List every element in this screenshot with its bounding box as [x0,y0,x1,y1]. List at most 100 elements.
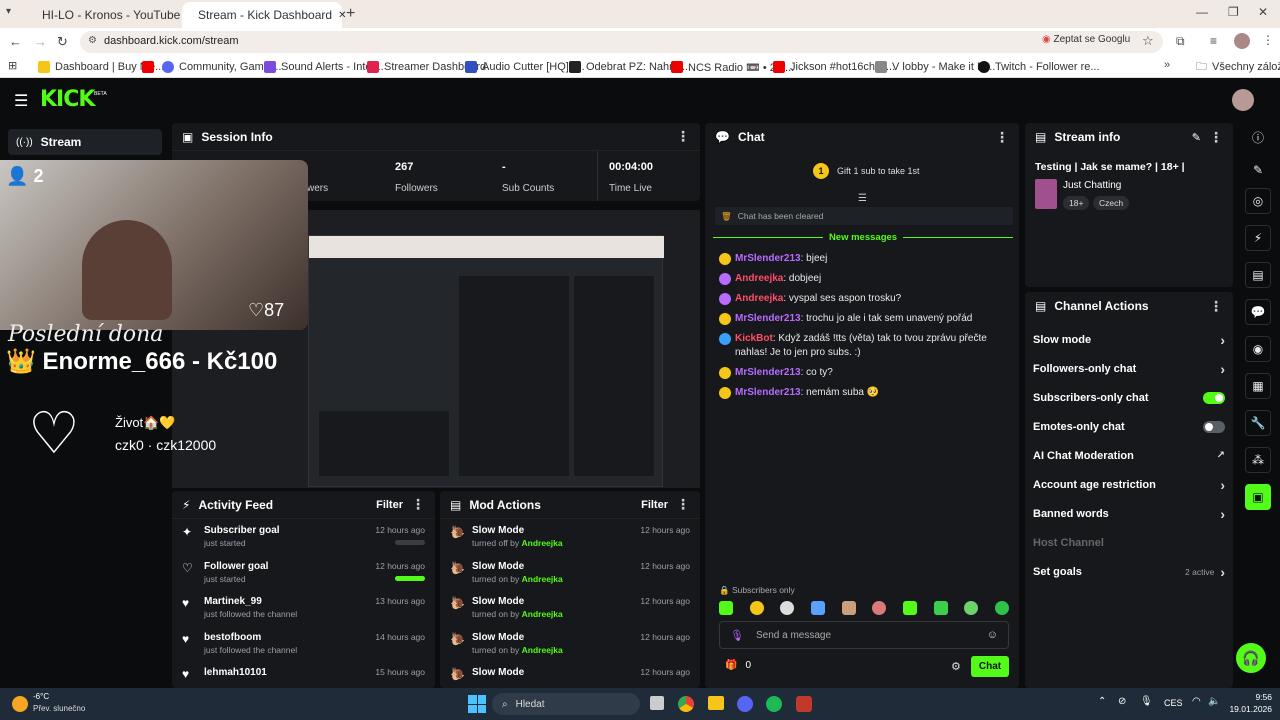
kick-logo[interactable]: KICK [40,87,95,112]
menu-icon[interactable]: ⋮ [1262,33,1274,47]
toggle-switch[interactable] [1203,391,1225,404]
channel-action-subscribers-only-chat[interactable]: Subscribers-only chat [1025,383,1233,412]
channel-action-account-age-restriction[interactable]: Account age restriction › [1025,470,1233,499]
hamburger-icon[interactable]: ☰ [14,91,28,111]
channel-action-followers-only-chat[interactable]: Followers-only chat › [1025,354,1233,383]
moderator-name[interactable]: Andreejka [521,538,562,548]
nodes-icon[interactable]: ⁂ [1245,447,1271,473]
forward-icon[interactable]: → [34,34,47,49]
more-icon[interactable]: ⋮ [995,129,1009,146]
camera-icon[interactable]: ◎ [1245,188,1271,214]
chat-icon[interactable]: 💬 [1245,299,1271,325]
clock-date[interactable]: 19.01.2026 [1224,704,1272,714]
emoji-icon[interactable]: ☺ [987,629,998,641]
app-icon[interactable] [796,696,812,712]
chat-username[interactable]: Andreejka [735,293,783,304]
chat-username[interactable]: Andreejka [735,273,783,284]
layers-icon[interactable]: ▦ [1245,373,1271,399]
more-icon[interactable]: ⋮ [1209,298,1223,315]
minimize-button[interactable]: — [1196,5,1208,19]
more-icon[interactable]: ⋮ [1209,129,1223,146]
maximize-button[interactable]: ❐ [1228,5,1239,19]
chat-send-button[interactable]: Chat [971,656,1009,677]
clipboard-icon[interactable]: ▤ [1245,262,1271,288]
wrench-icon[interactable]: 🔧 [1245,410,1271,436]
more-bookmarks-icon[interactable]: » [1164,59,1170,71]
edit-icon[interactable]: ✎ [1192,131,1201,144]
wifi-icon[interactable]: ◠ [1192,696,1201,707]
emote-icon[interactable] [749,601,764,615]
points-counter[interactable]: 🎁 0 [725,660,751,671]
network-icon[interactable]: ⊘ [1118,696,1126,707]
reload-icon[interactable]: ↻ [57,34,68,50]
chat-username[interactable]: KickBot [735,333,773,344]
site-info-icon[interactable]: ⚙ [88,35,97,46]
extension-icon[interactable]: ▣ [1245,484,1271,510]
language-indicator[interactable]: CES [1164,698,1183,708]
bookmark-item[interactable]: Twitch - Follower re... [978,58,1100,76]
tab-youtube[interactable]: HI-LO - Kronos - YouTube ✕ [26,2,195,28]
volume-icon[interactable]: 🔈 [1208,696,1220,707]
more-icon[interactable]: ⋮ [676,128,690,145]
task-view-icon[interactable] [650,696,664,710]
emote-icon[interactable] [994,601,1009,615]
emote-icon[interactable] [719,601,733,615]
taskbar-search[interactable]: ⌕ Hledat [492,693,640,715]
moderator-name[interactable]: Andreejka [522,645,563,655]
spotify-icon[interactable] [766,696,782,712]
bookmark-item[interactable] [142,58,154,76]
channel-action-emotes-only-chat[interactable]: Emotes-only chat [1025,412,1233,441]
windows-start-icon[interactable] [468,695,486,713]
chrome-icon[interactable] [678,696,694,712]
extensions-icon[interactable]: ⧉ [1176,34,1185,49]
new-tab-button[interactable]: + [346,5,355,23]
emote-icon[interactable] [841,601,856,615]
support-headset-icon[interactable]: 🎧 [1236,643,1266,673]
channel-action-set-goals[interactable]: Set goals 2 active › [1025,557,1233,586]
discord-icon[interactable] [737,696,753,712]
chat-username[interactable]: MrSlender213 [735,253,801,264]
bolt-icon[interactable]: ⚡ [1245,225,1271,251]
mic-icon[interactable]: 🎙 [1140,696,1153,707]
tab-search-icon[interactable]: ▾ [6,6,22,22]
more-icon[interactable]: ⋮ [411,496,425,513]
channel-action-slow-mode[interactable]: Slow mode › [1025,325,1233,354]
chat-input[interactable]: 🎙 Send a message ☺ [719,621,1009,649]
pinned-toggle-icon[interactable]: ☰ [858,193,867,204]
media-icon[interactable]: ≡ [1210,34,1217,48]
user-avatar[interactable] [1232,89,1254,111]
tray-overflow-icon[interactable]: ⌃ [1098,696,1106,707]
bookmark-item[interactable]: Audio Cutter [HQ] -... [465,58,585,76]
window-close-button[interactable]: ✕ [1258,5,1268,19]
emote-icon[interactable] [780,601,795,615]
ask-google-pill[interactable]: ◉ Zeptat se Googlu [1042,34,1130,45]
emote-icon[interactable] [902,601,917,615]
chat-settings-icon[interactable]: ⚙ [951,660,961,673]
emote-icon[interactable] [872,601,887,615]
star-icon[interactable]: ☆ [1142,33,1154,49]
profile-avatar[interactable] [1234,33,1250,49]
toggle-switch[interactable] [1203,420,1225,433]
apps-icon[interactable]: ⊞ [8,59,17,72]
chat-username[interactable]: MrSlender213 [735,313,801,324]
info-icon[interactable]: ⓘ [1252,129,1264,146]
filter-button[interactable]: Filter [376,499,403,511]
gift-sub-banner[interactable]: 1 Gift 1 sub to take 1st [813,163,920,179]
moderator-name[interactable]: Andreejka [522,574,563,584]
all-bookmarks[interactable]: 🗀 Všechny záložky [1196,58,1280,76]
bookmark-item[interactable]: Sound Alerts - Inter... [264,58,384,76]
broadcast-icon[interactable]: ◉ [1245,336,1271,362]
moderator-name[interactable]: Andreejka [522,609,563,619]
clock-time[interactable]: 9:56 [1224,692,1272,702]
url-field[interactable]: ⚙ dashboard.kick.com/stream ◉ Zeptat se … [80,31,1163,53]
tab-kick[interactable]: Stream - Kick Dashboard ✕ [182,2,346,28]
edit-icon[interactable]: ✎ [1253,163,1263,177]
channel-action-ai-chat-moderation[interactable]: AI Chat Moderation ↗ [1025,441,1233,470]
back-icon[interactable]: ← [9,34,22,49]
filter-button[interactable]: Filter [641,499,668,511]
emote-icon[interactable] [810,601,825,615]
emote-icon[interactable] [933,601,948,615]
channel-action-host-channel[interactable]: Host Channel [1025,528,1233,557]
nav-stream[interactable]: ((·)) Stream [8,129,162,155]
chat-username[interactable]: MrSlender213 [735,387,801,398]
